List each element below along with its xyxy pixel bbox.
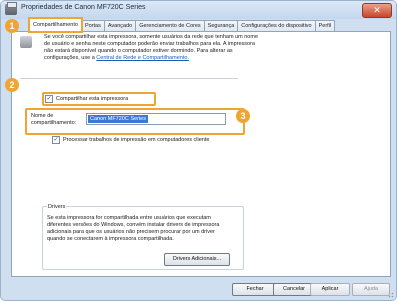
- close-button[interactable]: Fechar: [232, 283, 278, 296]
- callout-badge-2: 2: [5, 78, 19, 92]
- apply-button[interactable]: Aplicar: [310, 283, 350, 296]
- callout-badge-1: 1: [5, 19, 19, 33]
- sharing-panel: Se você compartilhar esta impressora, so…: [11, 31, 391, 277]
- share-highlight: [42, 92, 156, 106]
- resize-grip-icon[interactable]: [386, 290, 394, 298]
- drivers-group: Drivers Se esta impressora for compartil…: [42, 204, 244, 270]
- render-jobs-row: ✓ Processar trabalhos de impressão em co…: [52, 136, 209, 144]
- share-name-group: Nome de compartilhamento: Canon MF720C Se…: [25, 108, 245, 135]
- share-name-label: Nome de compartilhamento:: [31, 113, 77, 126]
- sharing-info-text: Se você compartilhar esta impressora, so…: [44, 34, 264, 62]
- drivers-description: Se esta impressora for compartilhada ent…: [47, 215, 220, 242]
- share-name-value: Canon MF720C Series: [88, 115, 148, 123]
- network-center-link[interactable]: Central de Rede e Compartilhamento.: [96, 55, 189, 61]
- tab-strip: Compartilhamento Portas Avançado Gerenci…: [28, 17, 336, 33]
- share-name-input[interactable]: Canon MF720C Series: [86, 113, 226, 125]
- drivers-title: Drivers: [47, 204, 67, 210]
- render-jobs-label: Processar trabalhos de impressão em comp…: [63, 137, 210, 143]
- printer-icon: [20, 36, 32, 48]
- printer-title-icon: [5, 2, 17, 15]
- tab-compartilhamento[interactable]: Compartilhamento: [28, 17, 83, 33]
- window-title: Propriedades de Canon MF720C Series: [21, 4, 146, 11]
- callout-badge-3: 3: [236, 109, 250, 123]
- separator: [20, 78, 238, 79]
- close-window-button[interactable]: ✕: [362, 3, 392, 18]
- help-button[interactable]: Ajuda: [352, 283, 390, 296]
- additional-drivers-button[interactable]: Drivers Adicionais...: [164, 253, 230, 266]
- title-bar: Propriedades de Canon MF720C Series ✕: [1, 1, 396, 19]
- properties-window: Propriedades de Canon MF720C Series ✕ Co…: [0, 0, 397, 301]
- render-jobs-checkbox[interactable]: ✓: [52, 136, 60, 144]
- cancel-button[interactable]: Cancelar: [273, 283, 315, 296]
